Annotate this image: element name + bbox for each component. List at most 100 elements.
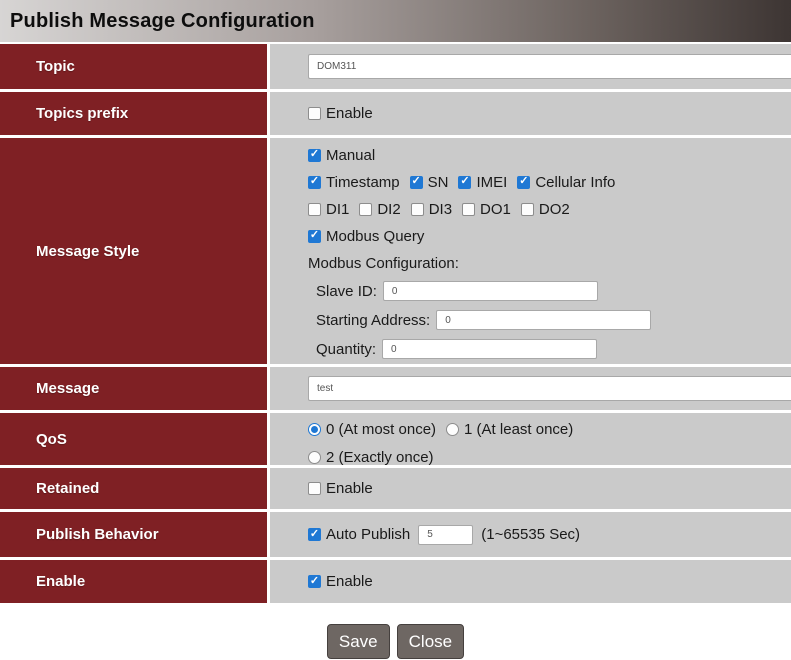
starting-address-label: Starting Address: — [316, 312, 430, 329]
auto-publish-interval-hint: (1~65535 Sec) — [481, 526, 580, 543]
qos-1-radio[interactable] — [446, 423, 459, 436]
row-publish-behavior: Publish Behavior Auto Publish (1~65535 S… — [0, 512, 791, 557]
qos-2-option[interactable]: 2 (Exactly once) — [308, 449, 434, 466]
enable-option[interactable]: Enable — [308, 573, 373, 590]
modbus-query-line: Modbus Query — [308, 227, 424, 245]
imei-checkbox[interactable] — [458, 176, 471, 189]
slave-id-input[interactable] — [383, 281, 598, 301]
auto-publish-checkbox[interactable] — [308, 528, 321, 541]
modbus-query-checkbox[interactable] — [308, 230, 321, 243]
di3-label: DI3 — [429, 201, 452, 218]
topics-prefix-label: Topics prefix — [0, 92, 267, 135]
manual-line: Manual — [308, 146, 375, 164]
qos-1-label: 1 (At least once) — [464, 421, 573, 438]
di1-option[interactable]: DI1 — [308, 201, 349, 218]
button-bar: Save Close — [0, 603, 791, 659]
enable-row-content: Enable — [270, 560, 791, 603]
slave-id-label: Slave ID: — [316, 283, 377, 300]
di1-checkbox[interactable] — [308, 203, 321, 216]
do1-option[interactable]: DO1 — [462, 201, 511, 218]
retained-enable-option[interactable]: Enable — [308, 480, 373, 497]
quantity-line: Quantity: — [308, 339, 597, 359]
do2-label: DO2 — [539, 201, 570, 218]
topics-prefix-enable-checkbox[interactable] — [308, 107, 321, 120]
do2-checkbox[interactable] — [521, 203, 534, 216]
save-button[interactable]: Save — [327, 624, 390, 659]
qos-2-label: 2 (Exactly once) — [326, 449, 434, 466]
di1-label: DI1 — [326, 201, 349, 218]
configuration-table: Topic Topics prefix Enable Message Style — [0, 42, 791, 603]
enable-row-label: Enable — [0, 560, 267, 603]
qos-0-radio[interactable] — [308, 423, 321, 436]
topic-content — [270, 44, 791, 89]
do1-label: DO1 — [480, 201, 511, 218]
retained-label: Retained — [0, 468, 267, 509]
topics-prefix-content: Enable — [270, 92, 791, 135]
publish-behavior-content: Auto Publish (1~65535 Sec) — [270, 512, 791, 557]
sn-option[interactable]: SN — [410, 174, 449, 191]
di2-label: DI2 — [377, 201, 400, 218]
message-label: Message — [0, 367, 267, 410]
auto-publish-label: Auto Publish — [326, 526, 410, 543]
qos-line-1: 0 (At most once) 1 (At least once) — [308, 420, 573, 438]
qos-1-option[interactable]: 1 (At least once) — [446, 421, 573, 438]
retained-enable-label: Enable — [326, 480, 373, 497]
manual-checkbox[interactable] — [308, 149, 321, 162]
manual-option[interactable]: Manual — [308, 147, 375, 164]
cellular-info-checkbox[interactable] — [517, 176, 530, 189]
quantity-input[interactable] — [382, 339, 597, 359]
message-style-label: Message Style — [0, 138, 267, 364]
slave-id-line: Slave ID: — [308, 281, 598, 301]
do1-checkbox[interactable] — [462, 203, 475, 216]
qos-content: 0 (At most once) 1 (At least once) 2 (Ex… — [270, 413, 791, 465]
auto-publish-interval-input[interactable] — [418, 525, 473, 545]
modbus-config-title-line: Modbus Configuration: — [308, 254, 459, 272]
qos-2-radio[interactable] — [308, 451, 321, 464]
timestamp-label: Timestamp — [326, 174, 400, 191]
timestamp-option[interactable]: Timestamp — [308, 174, 400, 191]
cellular-info-label: Cellular Info — [535, 174, 615, 191]
starting-address-line: Starting Address: — [308, 310, 651, 330]
close-button[interactable]: Close — [397, 624, 464, 659]
qos-0-option[interactable]: 0 (At most once) — [308, 421, 436, 438]
manual-label: Manual — [326, 147, 375, 164]
modbus-query-label: Modbus Query — [326, 228, 424, 245]
row-retained: Retained Enable — [0, 468, 791, 509]
page-title: Publish Message Configuration — [10, 10, 315, 33]
di2-option[interactable]: DI2 — [359, 201, 400, 218]
starting-address-input[interactable] — [436, 310, 651, 330]
topics-prefix-enable-option[interactable]: Enable — [308, 105, 373, 122]
row-message: Message — [0, 367, 791, 410]
retained-enable-checkbox[interactable] — [308, 482, 321, 495]
meta-options-line: Timestamp SN IMEI Cellular Info — [308, 173, 615, 191]
publish-behavior-label: Publish Behavior — [0, 512, 267, 557]
message-input[interactable] — [308, 376, 791, 401]
modbus-config-title: Modbus Configuration: — [308, 255, 459, 272]
modbus-query-option[interactable]: Modbus Query — [308, 228, 424, 245]
row-message-style: Message Style Manual Timestamp SN — [0, 138, 791, 364]
row-enable: Enable Enable — [0, 560, 791, 603]
cellular-info-option[interactable]: Cellular Info — [517, 174, 615, 191]
auto-publish-option[interactable]: Auto Publish — [308, 526, 410, 543]
di2-checkbox[interactable] — [359, 203, 372, 216]
message-style-content: Manual Timestamp SN IMEI — [270, 138, 791, 364]
quantity-label: Quantity: — [316, 341, 376, 358]
do2-option[interactable]: DO2 — [521, 201, 570, 218]
enable-label: Enable — [326, 573, 373, 590]
row-qos: QoS 0 (At most once) 1 (At least once) — [0, 413, 791, 465]
topic-label: Topic — [0, 44, 267, 89]
enable-checkbox[interactable] — [308, 575, 321, 588]
di3-checkbox[interactable] — [411, 203, 424, 216]
topic-input[interactable] — [308, 54, 791, 79]
page-header: Publish Message Configuration — [0, 0, 791, 42]
di3-option[interactable]: DI3 — [411, 201, 452, 218]
sn-checkbox[interactable] — [410, 176, 423, 189]
timestamp-checkbox[interactable] — [308, 176, 321, 189]
row-topic: Topic — [0, 44, 791, 89]
topics-prefix-enable-label: Enable — [326, 105, 373, 122]
io-options-line: DI1 DI2 DI3 DO1 — [308, 200, 570, 218]
imei-option[interactable]: IMEI — [458, 174, 507, 191]
row-topics-prefix: Topics prefix Enable — [0, 92, 791, 135]
qos-label: QoS — [0, 413, 267, 465]
qos-0-label: 0 (At most once) — [326, 421, 436, 438]
